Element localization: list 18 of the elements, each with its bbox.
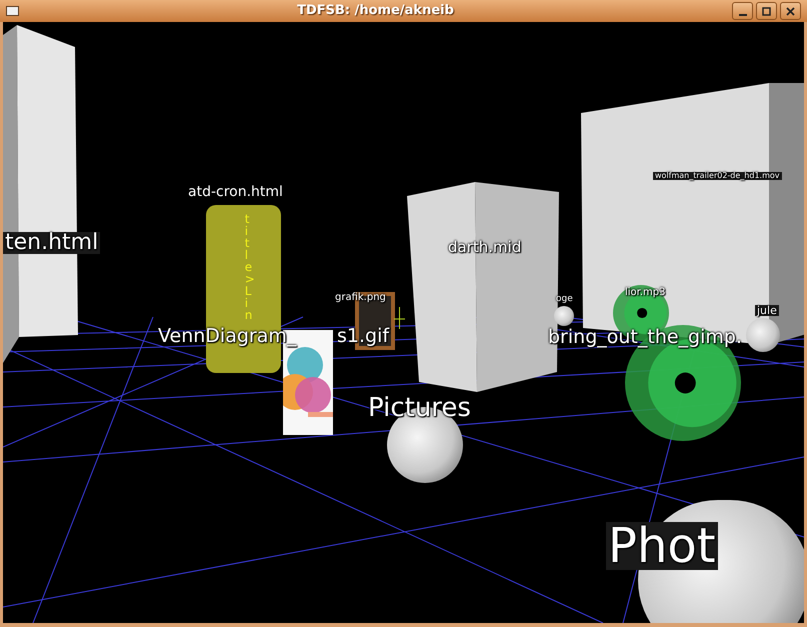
window-title: TDFSB: /home/akneib: [296, 2, 455, 20]
window-menu-icon[interactable]: [6, 6, 19, 16]
maximize-icon: [762, 6, 771, 16]
sphere-drawing: [554, 306, 574, 326]
file-name-label: ten.html: [3, 232, 100, 254]
file-name-label: grafik.png: [335, 293, 386, 303]
file-name-label: wolfman_trailer02-de_hd1.mov: [653, 172, 782, 180]
file-name-label: jule: [755, 305, 779, 316]
file-name-label: darth.mid: [448, 240, 522, 255]
close-button[interactable]: [780, 2, 801, 20]
minimize-button[interactable]: [732, 2, 753, 20]
maximize-button[interactable]: [756, 2, 777, 20]
minimize-icon: [738, 14, 746, 16]
file-name-label: s1.gif: [337, 327, 390, 346]
file-name-label: Phot: [606, 522, 718, 570]
file-name-label: atd-cron.html: [188, 185, 283, 199]
crosshair-icon: [394, 307, 405, 329]
close-icon: [786, 6, 795, 16]
